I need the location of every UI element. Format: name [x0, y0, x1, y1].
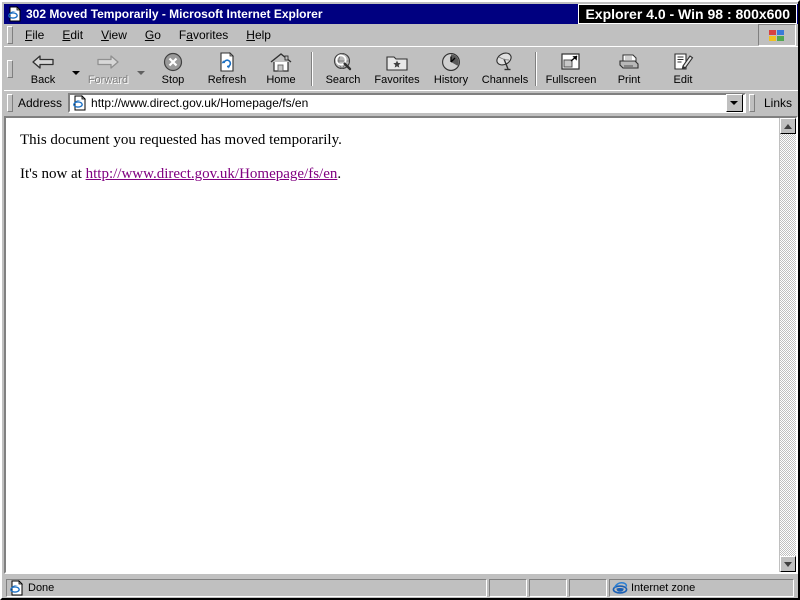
edit-pencil-icon: [672, 51, 694, 73]
status-bar: Done Internet zone: [4, 577, 798, 598]
address-value: http://www.direct.gov.uk/Homepage/fs/en: [91, 96, 309, 110]
toolbar-separator-2: [535, 51, 537, 86]
ie-document-icon: [7, 6, 23, 22]
toolbar-grip-handle[interactable]: [7, 59, 13, 78]
toolbar-label-history: History: [433, 74, 469, 86]
menu-grip-handle[interactable]: [7, 25, 13, 44]
search-icon: [332, 51, 354, 73]
redirect-prefix: It's now at: [20, 166, 86, 182]
toolbar-label-refresh: Refresh: [207, 74, 247, 86]
fullscreen-icon: [560, 51, 582, 73]
address-grip-handle[interactable]: [7, 94, 13, 112]
toolbar-button-forward[interactable]: Forward: [81, 49, 135, 89]
address-bar: Address http://www.direct.gov.uk/Homepag…: [4, 90, 798, 115]
menu-item-file[interactable]: File: [16, 26, 53, 44]
toolbar-button-stop[interactable]: Stop: [146, 49, 200, 89]
redirect-suffix: .: [337, 166, 342, 182]
links-grip-handle[interactable]: [748, 94, 755, 112]
toolbar-button-fullscreen[interactable]: Fullscreen: [540, 49, 602, 89]
channels-icon: [494, 51, 516, 73]
menu-item-edit[interactable]: Edit: [53, 26, 92, 44]
toolbar-label-edit: Edit: [673, 74, 693, 86]
links-button[interactable]: Links: [758, 96, 798, 110]
toolbar-button-refresh[interactable]: Refresh: [200, 49, 254, 89]
toolbar-button-home[interactable]: Home: [254, 49, 308, 89]
content-frame: This document you requested has moved te…: [4, 116, 798, 574]
redirect-link[interactable]: http://www.direct.gov.uk/Homepage/fs/en: [86, 166, 338, 182]
toolbar: Back Forward Stop Refresh Home Search Fa…: [4, 46, 798, 90]
arrow-left-icon: [30, 51, 56, 73]
address-label: Address: [18, 96, 63, 110]
vertical-scrollbar[interactable]: [779, 118, 796, 572]
status-text: Done: [28, 581, 55, 594]
history-icon: [440, 51, 462, 73]
toolbar-label-print: Print: [617, 74, 641, 86]
status-panel-3: [529, 578, 567, 597]
resolution-overlay-label: Explorer 4.0 - Win 98 : 800x600: [578, 4, 797, 24]
toolbar-button-history[interactable]: History: [424, 49, 478, 89]
toolbar-separator-1: [311, 51, 313, 86]
toolbar-button-back[interactable]: Back: [16, 49, 70, 89]
toolbar-label-stop: Stop: [161, 74, 185, 86]
favorites-folder-icon: [385, 51, 409, 73]
refresh-icon: [217, 51, 237, 73]
status-main-panel: Done: [6, 578, 487, 597]
toolbar-label-home: Home: [266, 74, 296, 86]
status-panel-4: [569, 578, 607, 597]
menu-item-go[interactable]: Go: [136, 26, 170, 44]
menu-item-view[interactable]: View: [92, 26, 136, 44]
menu-bar: File Edit View Go Favorites Help: [4, 24, 798, 46]
windows-flag-icon[interactable]: [758, 24, 796, 46]
toolbar-dropdown-forward[interactable]: [135, 49, 146, 89]
toolbar-label-back: Back: [30, 74, 56, 86]
printer-icon: [617, 51, 641, 73]
scroll-down-button[interactable]: [780, 556, 796, 572]
toolbar-button-favorites[interactable]: Favorites: [370, 49, 424, 89]
toolbar-label-fullscreen: Fullscreen: [545, 74, 597, 86]
redirect-line: It's now at http://www.direct.gov.uk/Hom…: [20, 166, 769, 183]
scroll-up-button[interactable]: [780, 118, 796, 134]
toolbar-button-search[interactable]: Search: [316, 49, 370, 89]
home-icon: [269, 51, 293, 73]
address-dropdown-button[interactable]: [725, 94, 743, 112]
toolbar-button-channels[interactable]: Channels: [478, 49, 532, 89]
browser-window: 302 Moved Temporarily - Microsoft Intern…: [0, 0, 800, 600]
toolbar-dropdown-back[interactable]: [70, 49, 81, 89]
status-zone-text: Internet zone: [631, 581, 696, 594]
window-title: 302 Moved Temporarily - Microsoft Intern…: [26, 7, 323, 21]
title-bar: 302 Moved Temporarily - Microsoft Intern…: [4, 4, 798, 24]
toolbar-label-favorites: Favorites: [374, 74, 420, 86]
address-input[interactable]: http://www.direct.gov.uk/Homepage/fs/en: [68, 93, 746, 113]
menu-item-help[interactable]: Help: [237, 26, 280, 44]
toolbar-label-search: Search: [325, 74, 361, 86]
menu-item-favorites[interactable]: Favorites: [170, 26, 237, 44]
toolbar-button-print[interactable]: Print: [602, 49, 656, 89]
toolbar-button-edit[interactable]: Edit: [656, 49, 710, 89]
arrow-right-icon: [95, 51, 121, 73]
status-zone-panel: Internet zone: [609, 578, 794, 597]
toolbar-label-forward: Forward: [87, 74, 129, 86]
moved-message: This document you requested has moved te…: [20, 132, 342, 148]
ie-document-icon: [9, 579, 25, 596]
stop-icon: [162, 51, 184, 73]
ie-e-logo-icon: [612, 580, 628, 596]
status-panel-2: [489, 578, 527, 597]
document-body: This document you requested has moved te…: [6, 118, 779, 572]
toolbar-label-channels: Channels: [481, 74, 529, 86]
ie-document-icon: [72, 95, 88, 111]
